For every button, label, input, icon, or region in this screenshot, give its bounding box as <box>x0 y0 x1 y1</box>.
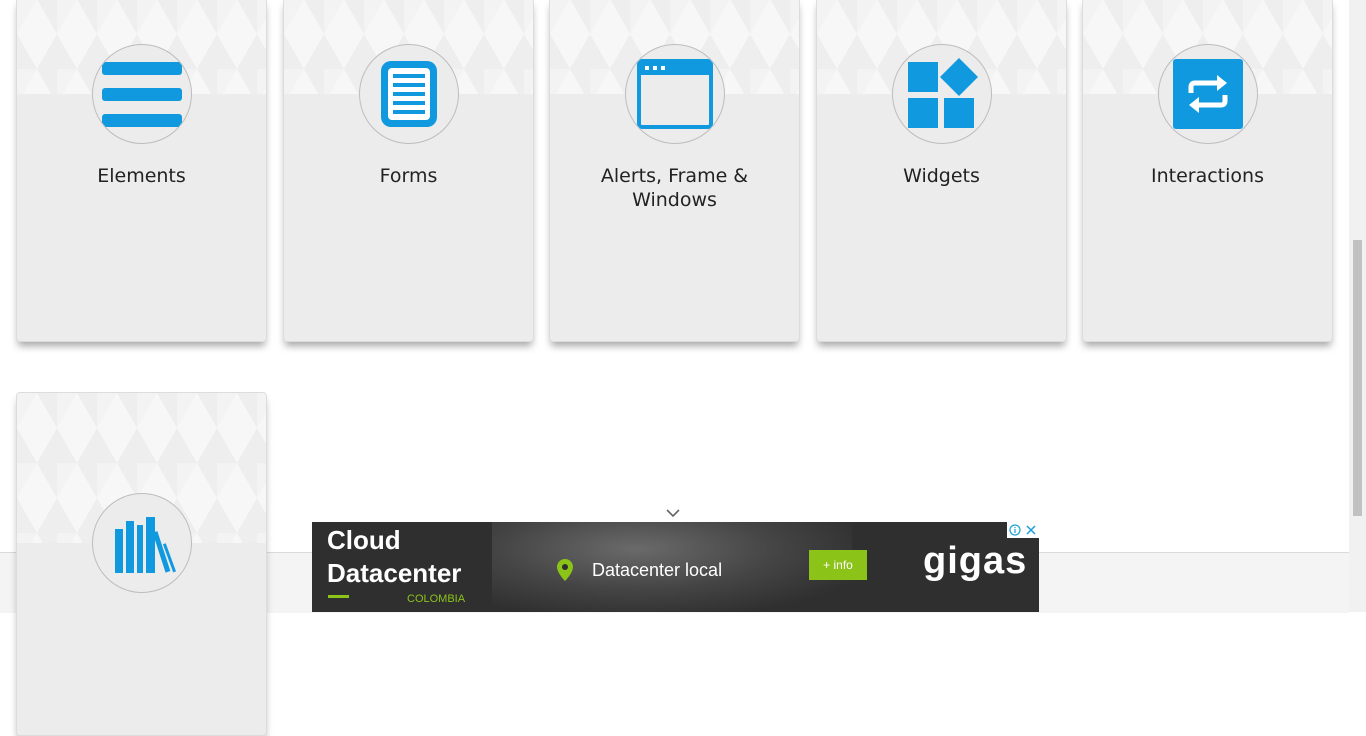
card-title: Elements <box>97 165 186 187</box>
card-book-store[interactable] <box>16 392 267 736</box>
hamburger-menu-icon <box>101 62 182 127</box>
repeat-arrows-icon <box>1172 59 1243 129</box>
ad-choices-badge[interactable] <box>1007 522 1023 538</box>
ad-info-button[interactable]: + info <box>809 550 867 580</box>
ad-location-text: Datacenter local <box>592 560 723 580</box>
scrollbar-thumb[interactable] <box>1353 240 1362 516</box>
browser-window-icon <box>636 59 713 129</box>
card-avatar <box>624 44 725 144</box>
ad-brand-logo: gigas <box>923 540 1028 582</box>
card-avatar <box>358 44 459 144</box>
card-avatar <box>91 493 192 593</box>
ad-close-button[interactable] <box>1023 522 1039 538</box>
card-alerts-frame-windows[interactable]: Alerts, Frame & Windows <box>549 0 800 342</box>
card-interactions[interactable]: Interactions <box>1082 0 1333 342</box>
card-avatar <box>891 44 992 144</box>
ad-country: COLOMBIA <box>407 593 466 605</box>
ad-banner[interactable]: Cloud Datacenter COLOMBIA Datacenter loc… <box>312 522 1039 612</box>
chevron-down-icon[interactable] <box>666 508 680 518</box>
card-title: Widgets <box>903 165 980 187</box>
document-list-icon <box>380 61 437 127</box>
card-title: Forms <box>379 165 438 187</box>
info-icon <box>1009 524 1021 536</box>
vertical-scrollbar[interactable] <box>1349 0 1366 612</box>
card-elements[interactable]: Elements <box>16 0 267 342</box>
ad-headline-line1: Cloud <box>327 525 401 555</box>
card-avatar <box>91 44 192 144</box>
ad-accent-bar <box>328 595 349 598</box>
location-pin-icon <box>557 559 573 581</box>
ad-headline-line2: Datacenter <box>327 558 462 588</box>
card-title: Interactions <box>1151 165 1264 187</box>
close-icon <box>1026 525 1036 535</box>
card-title: Alerts, Frame & Windows <box>600 165 749 211</box>
book-shelf-icon <box>114 517 176 573</box>
card-forms[interactable]: Forms <box>283 0 534 342</box>
card-widgets[interactable]: Widgets <box>816 0 1067 342</box>
widgets-blocks-icon <box>907 58 978 128</box>
card-avatar <box>1157 44 1258 144</box>
